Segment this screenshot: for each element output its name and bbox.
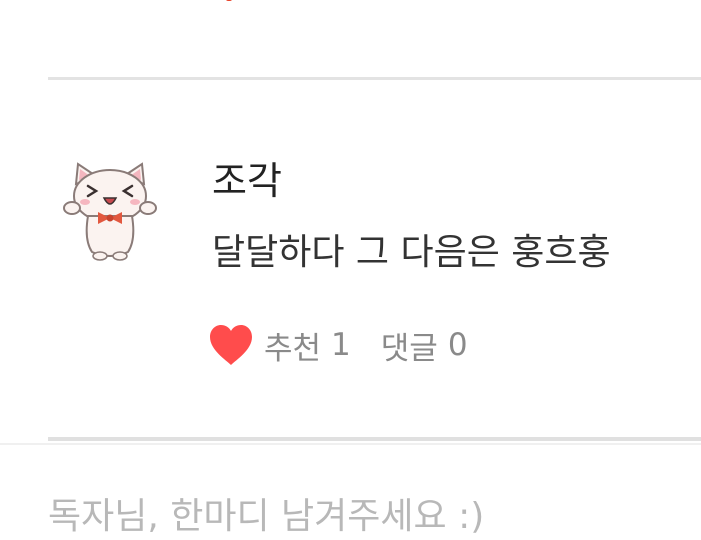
reply-input[interactable]: 독자님, 한마디 남겨주세요 :) bbox=[48, 494, 484, 540]
divider-bottom bbox=[48, 437, 701, 441]
comment-meta: 추천 1 댓글 0 bbox=[208, 320, 468, 370]
like-label[interactable]: 추천 bbox=[264, 323, 321, 368]
reply-count: 0 bbox=[447, 327, 468, 363]
previous-item-remnant bbox=[226, 0, 232, 1]
divider-bottom-shadow bbox=[0, 443, 701, 445]
white-cat-with-bowtie-icon bbox=[63, 162, 157, 261]
like-count: 1 bbox=[331, 327, 351, 363]
comment-text: 달달하다 그 다음은 훙흐훙 bbox=[212, 232, 611, 273]
comment-item: 조각 달달하다 그 다음은 훙흐훙 추천 1 댓글 0 bbox=[0, 80, 701, 437]
comment-author[interactable]: 조각 bbox=[212, 158, 282, 204]
heart-icon[interactable] bbox=[208, 324, 254, 366]
reply-label[interactable]: 댓글 bbox=[381, 323, 438, 368]
avatar[interactable] bbox=[58, 160, 162, 264]
